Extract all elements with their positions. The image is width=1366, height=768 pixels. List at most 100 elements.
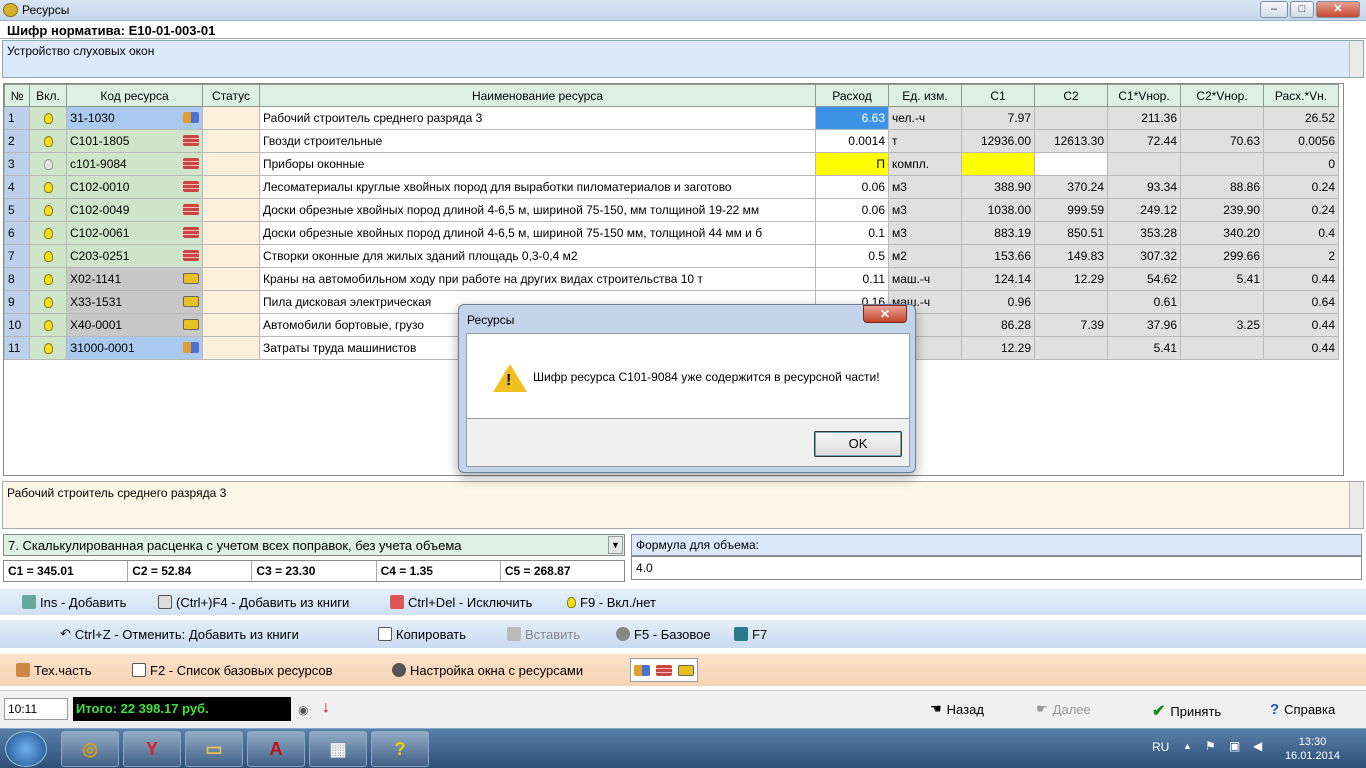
c2v-cell[interactable] bbox=[1180, 290, 1264, 314]
rv-cell[interactable]: 0.64 bbox=[1263, 290, 1339, 314]
unit[interactable]: м2 bbox=[888, 244, 962, 268]
rv-cell[interactable]: 0.44 bbox=[1263, 336, 1339, 360]
row-number[interactable]: 2 bbox=[4, 129, 30, 153]
column-header[interactable]: С2 bbox=[1034, 84, 1108, 107]
row-number[interactable]: 9 bbox=[4, 290, 30, 314]
toggle-button[interactable]: F9 - Вкл./нет bbox=[567, 589, 656, 615]
clock[interactable]: 13:30 16.01.2014 bbox=[1285, 735, 1340, 763]
table-row[interactable]: 7 С203-0251 Створки оконные для жилых здан… bbox=[4, 244, 1339, 268]
rv-cell[interactable]: 0.4 bbox=[1263, 221, 1339, 245]
c1-cell[interactable]: 153.66 bbox=[961, 244, 1035, 268]
rv-cell[interactable]: 0.24 bbox=[1263, 198, 1339, 222]
table-row[interactable]: 4 С102-0010 Лесоматериалы круглые хвойных … bbox=[4, 175, 1339, 199]
exclude-button[interactable]: Ctrl+Del - Исключить bbox=[390, 589, 532, 615]
resource-code[interactable]: З1000-0001 bbox=[66, 336, 203, 360]
status-cell[interactable] bbox=[202, 244, 260, 268]
add-button[interactable]: Ins - Добавить bbox=[22, 589, 126, 615]
row-number[interactable]: 11 bbox=[4, 336, 30, 360]
c1v-cell[interactable] bbox=[1107, 152, 1181, 176]
bulb-icon[interactable] bbox=[43, 297, 53, 309]
resource-code[interactable]: с101-9084 bbox=[66, 152, 203, 176]
close-button[interactable]: ✕ bbox=[1316, 1, 1360, 18]
row-number[interactable]: 4 bbox=[4, 175, 30, 199]
enabled-cell[interactable] bbox=[29, 244, 67, 268]
resource-code[interactable]: С102-0010 bbox=[66, 175, 203, 199]
bulb-icon[interactable] bbox=[43, 251, 53, 263]
c2-cell[interactable]: 999.59 bbox=[1034, 198, 1108, 222]
consumption[interactable]: 6.63 bbox=[815, 106, 889, 130]
consumption[interactable]: 0.06 bbox=[815, 198, 889, 222]
c1-cell[interactable]: 388.90 bbox=[961, 175, 1035, 199]
bulb-icon[interactable] bbox=[43, 274, 53, 286]
pdf-icon[interactable]: A bbox=[247, 731, 305, 767]
consumption[interactable]: 0.1 bbox=[815, 221, 889, 245]
c1-cell[interactable]: 12.29 bbox=[961, 336, 1035, 360]
copy-button[interactable]: Копировать bbox=[378, 620, 466, 648]
base-button[interactable]: F5 - Базовое bbox=[616, 620, 711, 648]
resource-name[interactable]: Краны на автомобильном ходу при работе н… bbox=[259, 267, 816, 291]
rv-cell[interactable]: 0.0056 bbox=[1263, 129, 1339, 153]
yandex-icon[interactable]: Y bbox=[123, 731, 181, 767]
column-header[interactable]: Расх.*Vн. bbox=[1263, 84, 1339, 107]
c2-cell[interactable]: 370.24 bbox=[1034, 175, 1108, 199]
calculator-app-icon[interactable]: ▦ bbox=[309, 731, 367, 767]
column-header[interactable]: Код ресурса bbox=[66, 84, 203, 107]
status-cell[interactable] bbox=[202, 267, 260, 291]
norm-description[interactable]: Устройство слуховых окон bbox=[2, 40, 1364, 78]
c1v-cell[interactable]: 37.96 bbox=[1107, 313, 1181, 337]
c2-cell[interactable]: 12613.30 bbox=[1034, 129, 1108, 153]
status-cell[interactable] bbox=[202, 336, 260, 360]
unit[interactable]: чел.-ч bbox=[888, 106, 962, 130]
bulb-icon[interactable] bbox=[43, 182, 53, 194]
unit[interactable]: т bbox=[888, 129, 962, 153]
resource-code[interactable]: С203-0251 bbox=[66, 244, 203, 268]
enabled-cell[interactable] bbox=[29, 198, 67, 222]
c1-cell[interactable]: 12936.00 bbox=[961, 129, 1035, 153]
arrow-down-icon[interactable]: ↓ bbox=[322, 699, 330, 717]
tray-arrow-icon[interactable]: ▲ bbox=[1183, 741, 1192, 751]
table-row[interactable]: 8 Х02-1141 Краны на автомобильном ходу при… bbox=[4, 267, 1339, 291]
c1-cell[interactable] bbox=[961, 152, 1035, 176]
resource-name[interactable]: Створки оконные для жилых зданий площадь… bbox=[259, 244, 816, 268]
status-cell[interactable] bbox=[202, 221, 260, 245]
enabled-cell[interactable] bbox=[29, 106, 67, 130]
c1v-cell[interactable]: 0.61 bbox=[1107, 290, 1181, 314]
c1v-cell[interactable]: 249.12 bbox=[1107, 198, 1181, 222]
row-number[interactable]: 3 bbox=[4, 152, 30, 176]
c1v-cell[interactable]: 353.28 bbox=[1107, 221, 1181, 245]
column-header[interactable]: С1 bbox=[961, 84, 1035, 107]
c1v-cell[interactable]: 211.36 bbox=[1107, 106, 1181, 130]
column-header[interactable]: Вкл. bbox=[29, 84, 67, 107]
minimize-button[interactable]: – bbox=[1260, 1, 1288, 18]
column-header[interactable]: Ед. изм. bbox=[888, 84, 962, 107]
enabled-cell[interactable] bbox=[29, 313, 67, 337]
c1-cell[interactable]: 86.28 bbox=[961, 313, 1035, 337]
c2v-cell[interactable]: 3.25 bbox=[1180, 313, 1264, 337]
row-number[interactable]: 5 bbox=[4, 198, 30, 222]
undo-button[interactable]: ↶ Ctrl+Z - Отменить: Добавить из книги bbox=[60, 620, 299, 648]
c1-cell[interactable]: 124.14 bbox=[961, 267, 1035, 291]
rv-cell[interactable]: 2 bbox=[1263, 244, 1339, 268]
c1-cell[interactable]: 883.19 bbox=[961, 221, 1035, 245]
consumption[interactable]: 0.11 bbox=[815, 267, 889, 291]
c1v-cell[interactable]: 54.62 bbox=[1107, 267, 1181, 291]
eye-icon[interactable]: ◉ bbox=[298, 703, 308, 717]
resource-code[interactable]: С101-1805 bbox=[66, 129, 203, 153]
resource-code[interactable]: З1-1030 bbox=[66, 106, 203, 130]
resource-code[interactable]: С102-0061 bbox=[66, 221, 203, 245]
people-filter-icon[interactable] bbox=[634, 664, 650, 676]
paste-button[interactable]: Вставить bbox=[507, 620, 580, 648]
accept-button[interactable]: ✔ Принять bbox=[1152, 701, 1221, 721]
unit[interactable]: м3 bbox=[888, 198, 962, 222]
back-button[interactable]: ☚ Назад bbox=[930, 701, 984, 717]
c1-cell[interactable]: 7.97 bbox=[961, 106, 1035, 130]
language-indicator[interactable]: RU bbox=[1152, 740, 1169, 754]
rv-cell[interactable]: 0.24 bbox=[1263, 175, 1339, 199]
bulb-icon[interactable] bbox=[43, 228, 53, 240]
table-row[interactable]: 5 С102-0049 Доски обрезные хвойных пород д… bbox=[4, 198, 1339, 222]
network-icon[interactable]: ▣ bbox=[1229, 739, 1240, 753]
column-header[interactable]: Наименование ресурса bbox=[259, 84, 816, 107]
row-number[interactable]: 10 bbox=[4, 313, 30, 337]
row-number[interactable]: 8 bbox=[4, 267, 30, 291]
truck-filter-icon[interactable] bbox=[678, 664, 694, 676]
